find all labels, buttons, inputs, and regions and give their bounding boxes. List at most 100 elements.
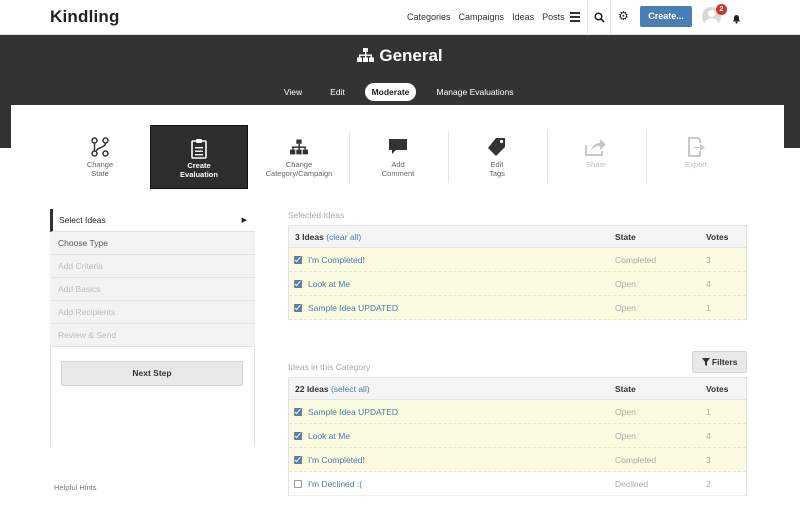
action-label: Change [285, 160, 313, 169]
selected-ideas-heading: Selected Ideas [288, 210, 345, 220]
row-checkbox[interactable] [294, 480, 302, 488]
helpful-hints-heading: Helpful Hints [54, 483, 97, 492]
table-row[interactable]: Look at Me Open 4 [289, 272, 746, 296]
bell-icon[interactable] [732, 11, 741, 29]
page-title: General [0, 46, 800, 68]
step-add-recipients: Add Recipients [50, 301, 255, 324]
column-header-votes: Votes [706, 232, 729, 242]
ideas-count-header: 3 Ideas (clear all) [295, 226, 361, 248]
clipboard-icon [151, 135, 247, 161]
export-action[interactable]: Export [647, 125, 745, 189]
action-label: Category/Campaign [265, 169, 333, 178]
top-navbar: Kindling Categories Campaigns Ideas Post… [0, 0, 800, 35]
step-label: Add Basics [58, 284, 101, 294]
step-review-send: Review & Send [50, 324, 255, 347]
nav-link-campaigns[interactable]: Campaigns [459, 12, 505, 22]
create-button[interactable]: Create... [640, 6, 692, 27]
caret-right-icon: ▶ [241, 217, 247, 224]
category-subnav: View Edit Moderate Manage Evaluations [0, 83, 800, 101]
create-evaluation-action[interactable]: Create Evaluation [150, 125, 248, 189]
step-label: Choose Type [58, 238, 108, 248]
idea-votes: 1 [706, 407, 711, 417]
row-checkbox[interactable] [294, 280, 302, 288]
clear-all-link[interactable]: (clear all) [326, 232, 361, 242]
tab-edit[interactable]: Edit [324, 83, 351, 101]
tab-manage-evaluations[interactable]: Manage Evaluations [432, 83, 518, 101]
idea-votes: 4 [706, 279, 711, 289]
step-label: Add Recipients [58, 307, 116, 317]
nav-link-posts[interactable]: Posts [542, 12, 565, 22]
row-checkbox[interactable] [294, 256, 302, 264]
table-row[interactable]: I'm Completed! Completed 3 [289, 248, 746, 272]
step-label: Add Criteria [58, 261, 103, 271]
idea-title-link[interactable]: I'm Declined :( [308, 472, 362, 496]
table-row[interactable]: Look at Me Open 4 [289, 424, 746, 448]
nav-divider [610, 0, 611, 35]
table-row[interactable]: Sample Idea UPDATED Open 1 [289, 400, 746, 424]
share-action[interactable]: Share [547, 125, 645, 189]
nav-divider [587, 0, 588, 35]
tag-icon [448, 134, 546, 160]
gear-icon[interactable]: ⚙ [618, 9, 629, 23]
main-nav-links: Categories Campaigns Ideas Posts [407, 12, 565, 22]
edit-tags-action[interactable]: Edit Tags [448, 125, 546, 189]
action-label: Add [391, 160, 405, 169]
step-label: Review & Send [58, 330, 117, 340]
row-checkbox[interactable] [294, 408, 302, 416]
ideas-count: 3 Ideas [295, 232, 324, 242]
category-ideas-table: 22 Ideas (select all) State Votes Sample… [288, 377, 747, 496]
tab-view[interactable]: View [279, 83, 307, 101]
step-add-basics: Add Basics [50, 278, 255, 301]
hierarchy-icon [250, 134, 348, 160]
idea-state: Declined [615, 479, 649, 489]
row-checkbox[interactable] [294, 304, 302, 312]
idea-title-link[interactable]: Sample Idea UPDATED [308, 296, 398, 320]
row-checkbox[interactable] [294, 432, 302, 440]
filters-button[interactable]: Filters [692, 351, 747, 373]
idea-state: Open [615, 303, 636, 313]
filters-label: Filters [711, 357, 738, 367]
ideas-count: 22 Ideas [295, 384, 329, 394]
idea-title-link[interactable]: Sample Idea UPDATED [308, 400, 398, 424]
hierarchy-icon [357, 48, 375, 68]
table-row[interactable]: I'm Declined :( Declined 2 [289, 472, 746, 496]
idea-title-link[interactable]: Look at Me [308, 272, 350, 296]
tab-moderate[interactable]: Moderate [365, 83, 416, 101]
app-logo[interactable]: Kindling [50, 7, 120, 27]
row-checkbox[interactable] [294, 456, 302, 464]
export-icon [647, 134, 745, 160]
change-state-action[interactable]: Change State [51, 125, 149, 189]
step-choose-type[interactable]: Choose Type [50, 232, 255, 255]
evaluation-wizard-steps: Select Ideas ▶ Choose Type Add Criteria A… [50, 209, 255, 347]
table-row[interactable]: Sample Idea UPDATED Open 1 [289, 296, 746, 320]
hamburger-menu-icon[interactable] [570, 12, 580, 22]
table-row[interactable]: I'm Completed! Completed 3 [289, 448, 746, 472]
idea-votes: 2 [706, 479, 711, 489]
select-all-link[interactable]: (select all) [331, 384, 370, 394]
change-state-icon [51, 134, 149, 160]
idea-state: Open [615, 407, 636, 417]
nav-link-categories[interactable]: Categories [407, 12, 451, 22]
action-label: Edit [490, 160, 504, 169]
next-step-button[interactable]: Next Step [61, 361, 243, 386]
idea-title-link[interactable]: I'm Completed! [308, 448, 365, 472]
category-ideas-heading: Ideas in this Category [288, 362, 371, 372]
filter-icon [701, 357, 710, 367]
comment-icon [349, 134, 447, 160]
page-title-text: General [379, 46, 443, 65]
idea-title-link[interactable]: Look at Me [308, 424, 350, 448]
step-select-ideas[interactable]: Select Ideas ▶ [50, 209, 255, 232]
add-comment-action[interactable]: Add Comment [349, 125, 447, 189]
nav-link-ideas[interactable]: Ideas [512, 12, 534, 22]
idea-state: Completed [615, 455, 657, 465]
action-label: State [91, 169, 109, 178]
idea-votes: 1 [706, 303, 711, 313]
search-icon[interactable] [594, 10, 605, 28]
change-category-campaign-action[interactable]: Change Category/Campaign [250, 125, 348, 189]
action-label: Change [86, 160, 114, 169]
idea-state: Open [615, 431, 636, 441]
idea-title-link[interactable]: I'm Completed! [308, 248, 365, 272]
action-label: Share [585, 160, 606, 169]
idea-votes: 4 [706, 431, 711, 441]
column-header-state: State [615, 384, 636, 394]
